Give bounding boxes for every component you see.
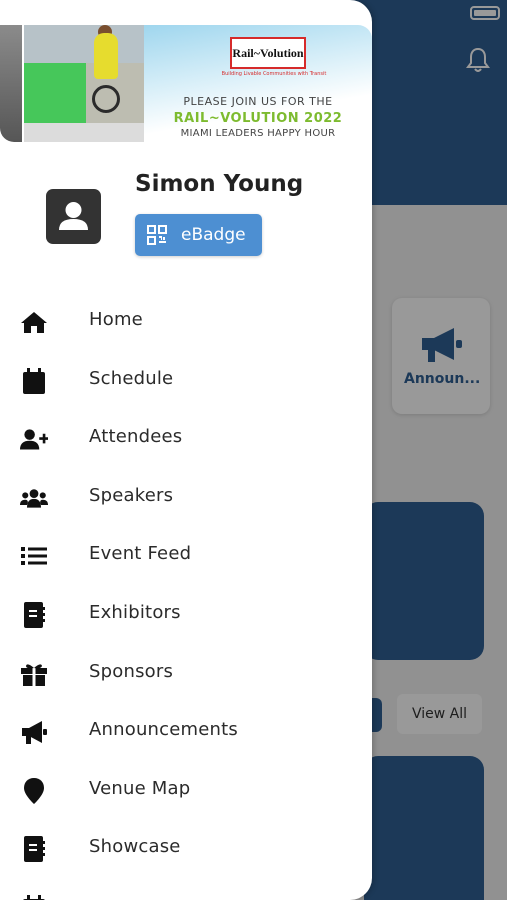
banner-line-2: RAIL~VOLUTION 2022 <box>173 111 343 126</box>
menu-item-sponsors[interactable]: Sponsors <box>0 644 372 702</box>
ebadge-button[interactable]: eBadge <box>135 214 262 256</box>
menu-item-venue-map[interactable]: Venue Map <box>0 761 372 819</box>
menu-item-home[interactable]: Home <box>0 292 372 350</box>
menu-item-exhibitors[interactable]: Exhibitors <box>0 585 372 643</box>
banner-line-3: MIAMI LEADERS HAPPY HOUR <box>180 128 336 139</box>
menu-item-speakers[interactable]: Speakers <box>0 468 372 526</box>
ebadge-label: eBadge <box>181 225 246 245</box>
user-plus-icon <box>20 426 48 452</box>
calendar-icon <box>20 367 48 394</box>
book-icon <box>20 836 48 863</box>
megaphone-icon <box>20 719 48 745</box>
event-banner: Rail~Volution Building Livable Communiti… <box>0 25 372 142</box>
banner-line-1: PLEASE JOIN US FOR THE <box>183 95 333 108</box>
navigation-drawer: Rail~Volution Building Livable Communiti… <box>0 0 372 900</box>
menu-item-schedule[interactable]: Schedule <box>0 351 372 409</box>
menu-item-event-feed[interactable]: Event Feed <box>0 526 372 584</box>
list-icon <box>20 543 48 569</box>
map-pin-icon <box>20 777 48 804</box>
banner-tagline: Building Livable Communities with Transi… <box>221 71 327 77</box>
menu-item-announcements[interactable]: Announcements <box>0 702 372 760</box>
menu-item-showcase[interactable]: Showcase <box>0 819 372 877</box>
menu-item-partial[interactable] <box>0 878 372 900</box>
users-icon <box>20 485 48 511</box>
home-icon <box>20 309 48 335</box>
profile-name: Simon Young <box>135 171 304 197</box>
address-book-icon <box>20 602 48 628</box>
banner-logo: Rail~Volution <box>230 37 306 69</box>
gift-icon <box>20 661 48 687</box>
banner-photo <box>24 25 144 142</box>
avatar[interactable] <box>46 189 101 244</box>
qr-code-icon <box>147 225 167 245</box>
menu-item-attendees[interactable]: Attendees <box>0 409 372 467</box>
calendar-icon <box>20 895 48 900</box>
